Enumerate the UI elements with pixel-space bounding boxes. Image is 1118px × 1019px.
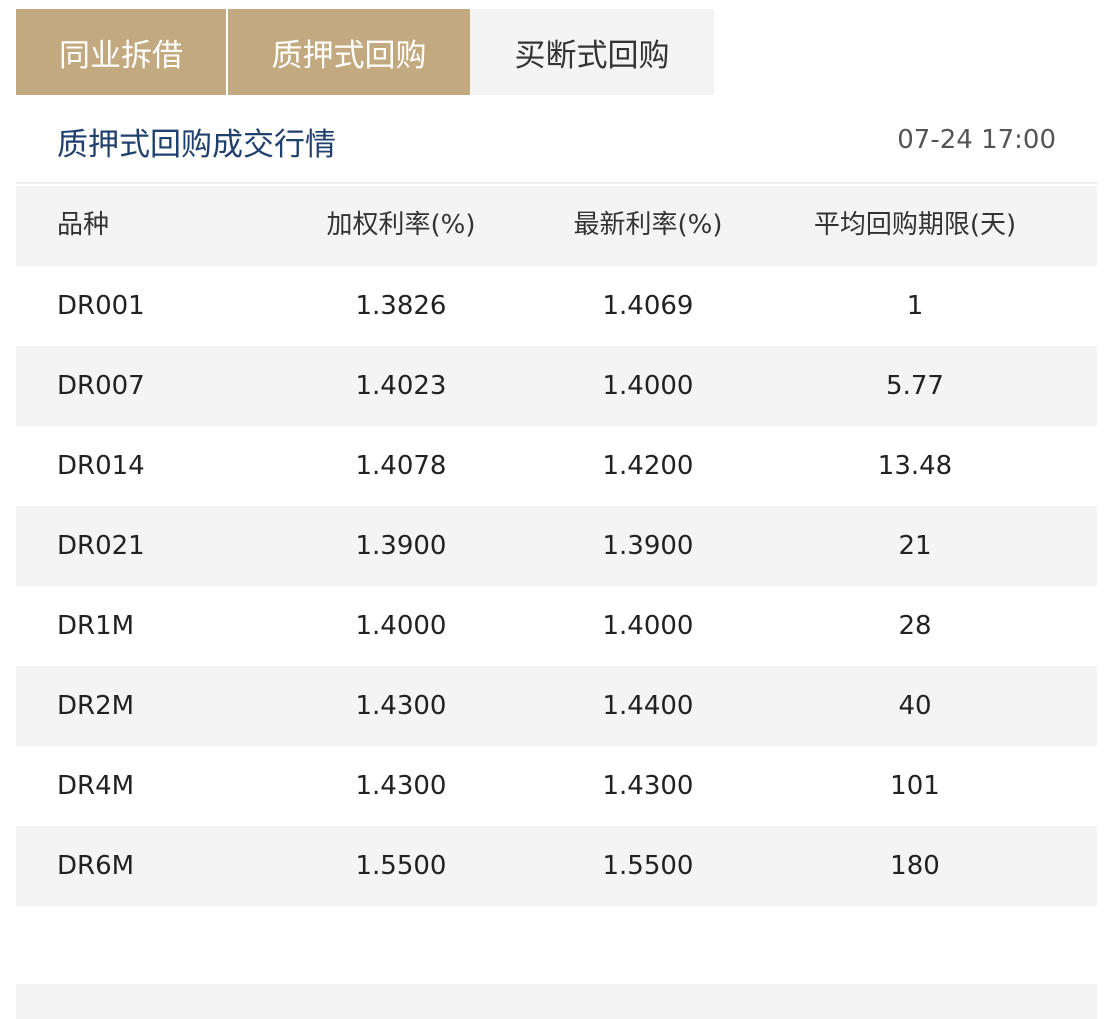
table-row[interactable]: DR001 1.3826 1.4069 1 — [16, 266, 1097, 346]
table-row[interactable]: DR007 1.4023 1.4000 5.77 — [16, 346, 1097, 426]
tab-bar: 同业拆借 质押式回购 买断式回购 — [16, 9, 714, 95]
latest-rate-cell: 1.4000 — [602, 371, 694, 401]
weighted-rate-cell: 1.4023 — [355, 371, 447, 401]
table-row[interactable]: DR021 1.3900 1.3900 21 — [16, 506, 1097, 586]
weighted-rate-cell: 1.4300 — [355, 691, 447, 721]
variety-cell: DR1M — [57, 611, 135, 641]
table-row[interactable]: DR2M 1.4300 1.4400 40 — [16, 666, 1097, 746]
footer-bar — [16, 984, 1097, 1019]
variety-cell: DR4M — [57, 771, 135, 801]
avg-term-cell: 180 — [890, 851, 940, 881]
update-timestamp: 07-24 17:00 — [897, 125, 1056, 155]
latest-rate-cell: 1.4200 — [602, 451, 694, 481]
table-row[interactable]: DR6M 1.5500 1.5500 180 — [16, 826, 1097, 906]
page-title: 质押式回购成交行情 — [57, 127, 336, 163]
latest-rate-cell: 1.5500 — [602, 851, 694, 881]
variety-cell: DR014 — [57, 451, 145, 481]
table-row[interactable]: DR4M 1.4300 1.4300 101 — [16, 746, 1097, 826]
variety-cell: DR007 — [57, 371, 145, 401]
table-row[interactable]: DR014 1.4078 1.4200 13.48 — [16, 426, 1097, 506]
tab-pledged-repo[interactable]: 质押式回购 — [226, 9, 470, 95]
repo-rate-table: 品种 加权利率(%) 最新利率(%) 平均回购期限(天) DR001 1.382… — [16, 186, 1097, 906]
tab-outright-repo[interactable]: 买断式回购 — [470, 9, 714, 95]
avg-term-cell: 28 — [898, 611, 932, 641]
column-header-weighted-rate: 加权利率(%) — [326, 210, 476, 240]
weighted-rate-cell: 1.4078 — [355, 451, 447, 481]
latest-rate-cell: 1.4400 — [602, 691, 694, 721]
weighted-rate-cell: 1.3900 — [355, 531, 447, 561]
latest-rate-cell: 1.4300 — [602, 771, 694, 801]
avg-term-cell: 21 — [898, 531, 932, 561]
table-header-row: 品种 加权利率(%) 最新利率(%) 平均回购期限(天) — [16, 186, 1097, 266]
avg-term-cell: 101 — [890, 771, 940, 801]
latest-rate-cell: 1.3900 — [602, 531, 694, 561]
tab-interbank-lending[interactable]: 同业拆借 — [16, 9, 226, 95]
table-row[interactable]: DR1M 1.4000 1.4000 28 — [16, 586, 1097, 666]
column-header-avg-term: 平均回购期限(天) — [813, 210, 1017, 240]
variety-cell: DR001 — [57, 291, 145, 321]
avg-term-cell: 13.48 — [877, 451, 953, 481]
latest-rate-cell: 1.4069 — [602, 291, 694, 321]
column-header-latest-rate: 最新利率(%) — [573, 210, 723, 240]
avg-term-cell: 1 — [906, 291, 924, 321]
latest-rate-cell: 1.4000 — [602, 611, 694, 641]
variety-cell: DR2M — [57, 691, 135, 721]
weighted-rate-cell: 1.4300 — [355, 771, 447, 801]
variety-cell: DR021 — [57, 531, 145, 561]
column-header-variety: 品种 — [57, 210, 110, 240]
weighted-rate-cell: 1.5500 — [355, 851, 447, 881]
section-header: 质押式回购成交行情 07-24 17:00 — [16, 95, 1097, 184]
variety-cell: DR6M — [57, 851, 135, 881]
avg-term-cell: 40 — [898, 691, 932, 721]
avg-term-cell: 5.77 — [886, 371, 944, 401]
weighted-rate-cell: 1.4000 — [355, 611, 447, 641]
weighted-rate-cell: 1.3826 — [355, 291, 447, 321]
